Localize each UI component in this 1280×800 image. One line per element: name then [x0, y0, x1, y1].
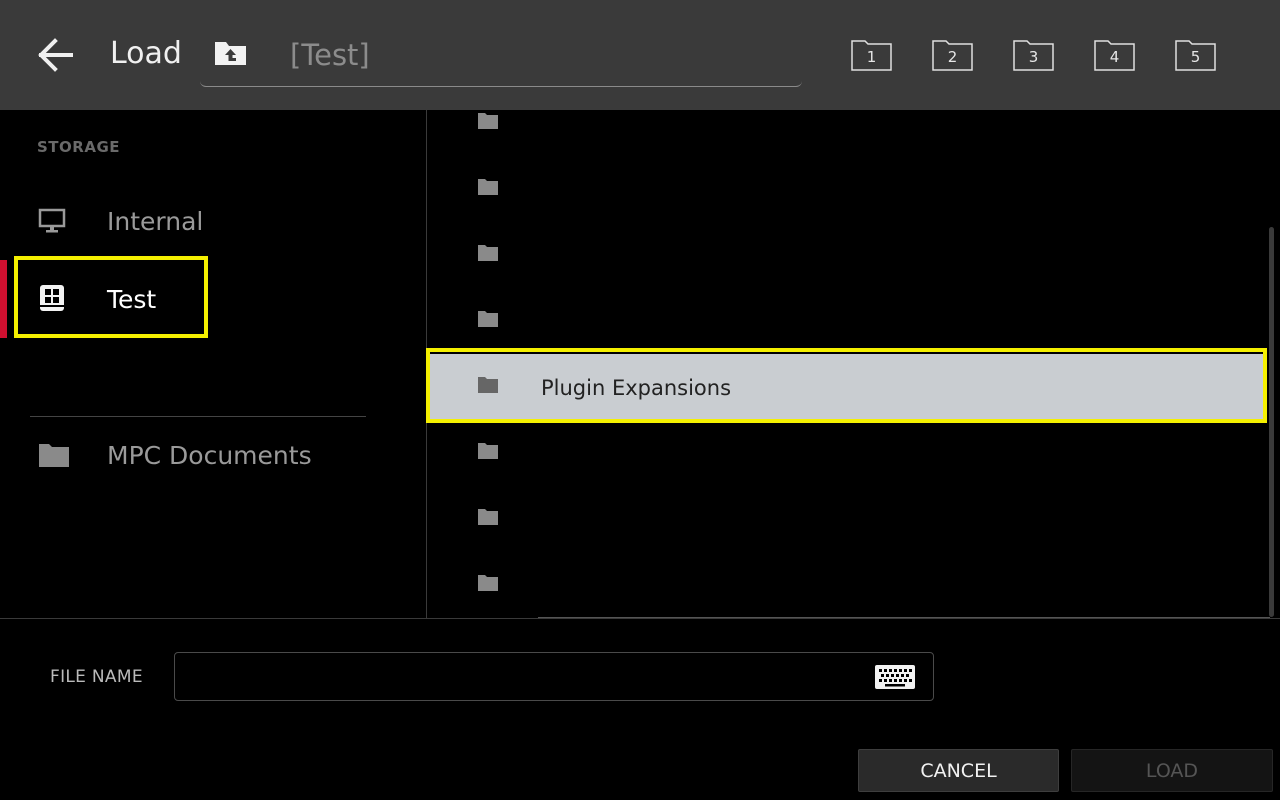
folder-icon — [39, 444, 69, 467]
current-path: [Test] — [290, 38, 370, 72]
file-name-field[interactable] — [174, 652, 934, 701]
sidebar-item-label: Test — [107, 285, 157, 314]
footer-divider — [0, 618, 1280, 619]
bookmark-label: 5 — [1190, 48, 1201, 66]
keyboard-icon — [875, 665, 915, 689]
list-item[interactable] — [428, 486, 1266, 552]
bookmark-label: 3 — [1028, 48, 1039, 66]
storage-drive-icon — [40, 285, 64, 311]
storage-section-label: STORAGE — [37, 138, 121, 156]
bookmark-label: 1 — [866, 48, 877, 66]
monitor-icon — [38, 208, 66, 233]
folder-icon — [478, 377, 498, 393]
list-item-selected[interactable]: Plugin Expansions — [428, 354, 1266, 420]
list-item[interactable] — [428, 110, 1266, 156]
bookmark-folder-2[interactable]: 2 — [932, 40, 973, 71]
sidebar-item-internal[interactable]: Internal — [0, 182, 400, 262]
sidebar-item-mpc-documents[interactable]: MPC Documents — [0, 416, 400, 496]
folder-up-icon — [215, 42, 246, 65]
file-list[interactable]: Plugin Expansions — [428, 110, 1280, 618]
sidebar-item-label: MPC Documents — [107, 441, 312, 470]
sidebar-item-label: Internal — [107, 207, 204, 236]
bookmark-folder-4[interactable]: 4 — [1094, 40, 1135, 71]
bookmark-folder-5[interactable]: 5 — [1175, 40, 1216, 71]
back-arrow-icon — [38, 38, 73, 72]
folder-icon — [478, 575, 498, 591]
bookmark-folder-3[interactable]: 3 — [1013, 40, 1054, 71]
file-name: Plugin Expansions — [541, 376, 732, 400]
back-button[interactable] — [34, 34, 76, 76]
folder-icon — [478, 443, 498, 459]
bookmark-label: 2 — [947, 48, 958, 66]
list-item[interactable] — [428, 222, 1266, 288]
list-item[interactable] — [428, 552, 1266, 618]
list-item[interactable] — [428, 156, 1266, 222]
storage-sidebar: STORAGE Internal Test MPC Documents — [0, 110, 427, 618]
page-title: Load — [110, 36, 182, 71]
folder-icon — [478, 179, 498, 195]
folder-icon — [478, 311, 498, 327]
file-list-scrollbar[interactable] — [1269, 227, 1274, 617]
folder-icon — [478, 113, 498, 129]
bookmark-folder-1[interactable]: 1 — [851, 40, 892, 71]
load-button[interactable]: LOAD — [1071, 749, 1273, 792]
list-item[interactable] — [428, 288, 1266, 354]
header-bar: Load [Test] 1 2 3 4 5 — [0, 0, 1280, 110]
list-item[interactable] — [428, 420, 1266, 486]
bookmark-label: 4 — [1109, 48, 1120, 66]
keyboard-button[interactable] — [874, 664, 916, 690]
cancel-button[interactable]: CANCEL — [858, 749, 1059, 792]
folder-icon — [478, 509, 498, 525]
folder-icon — [478, 245, 498, 261]
file-name-label: FILE NAME — [50, 667, 143, 687]
sidebar-item-test[interactable]: Test — [0, 260, 400, 340]
path-bar: [Test] — [200, 28, 802, 87]
parent-folder-button[interactable] — [214, 38, 250, 68]
